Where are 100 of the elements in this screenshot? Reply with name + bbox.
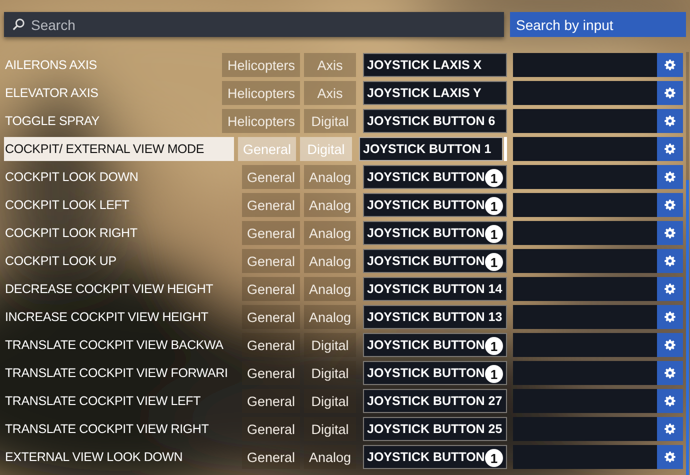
category-tag: General <box>242 361 300 385</box>
gear-icon <box>664 395 676 407</box>
settings-button[interactable] <box>657 333 683 357</box>
selected-row-label[interactable]: COCKPIT/ EXTERNAL VIEW MODE <box>4 137 234 161</box>
action-name[interactable]: INCREASE COCKPIT VIEW HEIGHT <box>4 305 238 329</box>
settings-button[interactable] <box>657 389 683 413</box>
input-type-tag: Analog <box>304 249 356 273</box>
action-name[interactable]: COCKPIT LOOK UP <box>4 249 238 273</box>
action-name[interactable]: TRANSLATE COCKPIT VIEW LEFT <box>4 389 238 413</box>
gear-icon <box>664 423 676 435</box>
count-badge: 1 <box>485 169 503 187</box>
action-name[interactable]: COCKPIT LOOK RIGHT <box>4 221 238 245</box>
category-tag: General <box>242 305 300 329</box>
settings-button[interactable] <box>657 165 683 189</box>
category-tag: General <box>242 417 300 441</box>
input-type-tag: Analog <box>304 277 356 301</box>
selection-bar <box>504 137 507 161</box>
binding-slot[interactable]: JOYSTICK BUTTON 1 <box>363 333 507 357</box>
binding-slot[interactable]: JOYSTICK BUTTON 1 <box>363 221 507 245</box>
gear-icon <box>664 339 676 351</box>
category-tag: General <box>238 137 296 161</box>
settings-button[interactable] <box>657 81 683 105</box>
settings-button[interactable] <box>657 109 683 133</box>
action-name[interactable]: TOGGLE SPRAY <box>4 109 218 133</box>
action-name[interactable]: DECREASE COCKPIT VIEW HEIGHT <box>4 277 238 301</box>
category-tag: General <box>242 277 300 301</box>
settings-button[interactable] <box>657 417 683 441</box>
gear-icon <box>664 199 676 211</box>
count-badge: 1 <box>485 197 503 215</box>
binding-slot[interactable]: JOYSTICK BUTTON 27 <box>363 389 507 413</box>
category-tag: General <box>242 333 300 357</box>
binding-slot[interactable]: JOYSTICK BUTTON 14 <box>363 277 507 301</box>
binding-slot[interactable]: JOYSTICK LAXIS Y <box>363 81 507 105</box>
binding-slot[interactable]: JOYSTICK BUTTON 13 <box>363 305 507 329</box>
input-type-tag: Digital <box>304 109 356 133</box>
input-type-tag: Axis <box>304 81 356 105</box>
settings-button[interactable] <box>657 361 683 385</box>
settings-button[interactable] <box>657 305 683 329</box>
gear-icon <box>664 115 676 127</box>
binding-slot[interactable]: JOYSTICK BUTTON 1 <box>363 165 507 189</box>
count-badge: 1 <box>485 253 503 271</box>
gear-icon <box>664 171 676 183</box>
binding-slot[interactable]: JOYSTICK BUTTON 1 <box>363 445 507 469</box>
input-type-tag: Axis <box>304 53 356 77</box>
category-tag: General <box>242 193 300 217</box>
action-name[interactable]: EXTERNAL VIEW LOOK DOWN <box>4 445 238 469</box>
input-type-tag: Analog <box>304 445 356 469</box>
binding-slot[interactable]: JOYSTICK BUTTON 1 <box>359 137 503 161</box>
action-name[interactable]: COCKPIT LOOK LEFT <box>4 193 238 217</box>
input-type-tag: Digital <box>304 333 356 357</box>
category-tag: Helicopters <box>222 53 300 77</box>
category-tag: General <box>242 389 300 413</box>
binding-slot[interactable]: JOYSTICK BUTTON 25 <box>363 417 507 441</box>
count-badge: 1 <box>485 225 503 243</box>
input-type-tag: Analog <box>304 305 356 329</box>
binding-slot[interactable]: JOYSTICK LAXIS X <box>363 53 507 77</box>
settings-button[interactable] <box>657 137 683 161</box>
action-name[interactable]: ELEVATOR AXIS <box>4 81 218 105</box>
input-type-tag: Digital <box>304 389 356 413</box>
gear-icon <box>664 227 676 239</box>
input-type-tag: Digital <box>304 417 356 441</box>
category-tag: Helicopters <box>222 81 300 105</box>
gear-icon <box>664 143 676 155</box>
count-badge: 1 <box>485 449 503 467</box>
category-tag: General <box>242 445 300 469</box>
gear-icon <box>664 311 676 323</box>
settings-button[interactable] <box>657 221 683 245</box>
search-by-input-button[interactable]: Search by input <box>510 12 686 37</box>
count-badge: 1 <box>485 337 503 355</box>
input-type-tag: Digital <box>304 361 356 385</box>
binding-slot[interactable]: JOYSTICK BUTTON 6 <box>363 109 507 133</box>
binding-slot[interactable]: JOYSTICK BUTTON 1 <box>363 361 507 385</box>
input-type-tag: Digital <box>300 137 352 161</box>
action-name[interactable]: TRANSLATE COCKPIT VIEW RIGHT <box>4 417 238 441</box>
settings-button[interactable] <box>657 445 683 469</box>
binding-slot[interactable]: JOYSTICK BUTTON 1 <box>363 193 507 217</box>
category-tag: Helicopters <box>222 109 300 133</box>
category-tag: General <box>242 165 300 189</box>
category-tag: General <box>242 221 300 245</box>
gear-icon <box>664 59 676 71</box>
action-name[interactable]: TRANSLATE COCKPIT VIEW BACKWA <box>4 333 238 357</box>
count-badge: 1 <box>485 365 503 383</box>
gear-icon <box>664 87 676 99</box>
input-type-tag: Analog <box>304 193 356 217</box>
action-name[interactable]: TRANSLATE COCKPIT VIEW FORWARI <box>4 361 238 385</box>
settings-button[interactable] <box>657 53 683 77</box>
scrollbar[interactable] <box>686 52 689 475</box>
gear-icon <box>664 451 676 463</box>
settings-button[interactable] <box>657 193 683 217</box>
settings-button[interactable] <box>657 277 683 301</box>
input-type-tag: Analog <box>304 165 356 189</box>
input-type-tag: Analog <box>304 221 356 245</box>
gear-icon <box>664 367 676 379</box>
gear-icon <box>664 255 676 267</box>
action-name[interactable]: COCKPIT LOOK DOWN <box>4 165 238 189</box>
binding-slot[interactable]: JOYSTICK BUTTON 1 <box>363 249 507 273</box>
category-tag: General <box>242 249 300 273</box>
gear-icon <box>664 283 676 295</box>
settings-button[interactable] <box>657 249 683 273</box>
search-field[interactable]: Search <box>4 12 504 37</box>
